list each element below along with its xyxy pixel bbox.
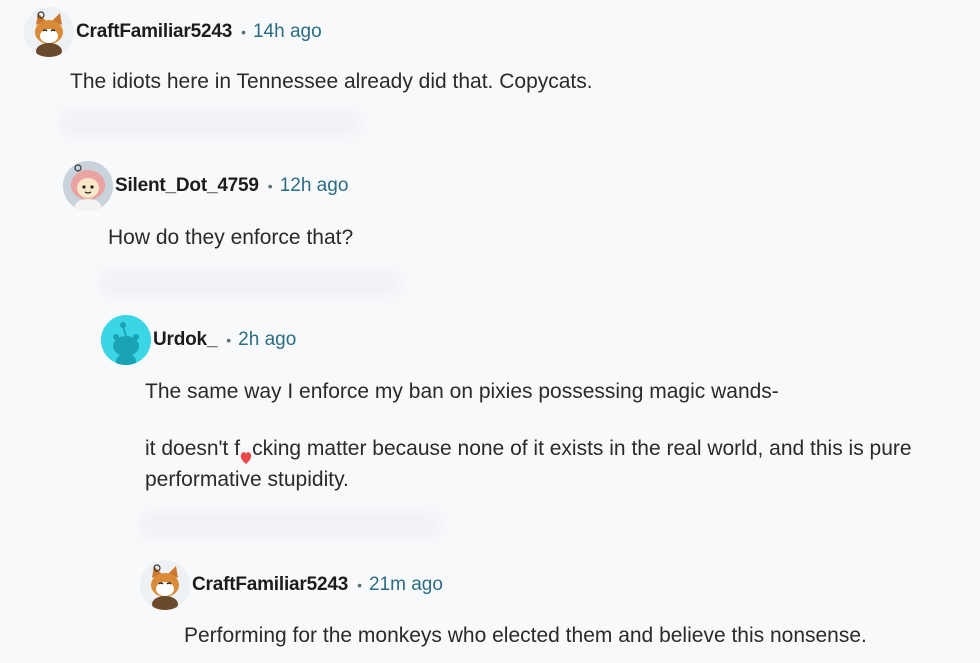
snoo-hooded-avatar-icon: [63, 161, 113, 211]
separator-dot: •: [267, 178, 273, 194]
comment-header: CraftFamiliar5243 • 21m ago: [140, 559, 867, 611]
username[interactable]: Urdok_: [153, 329, 217, 351]
background-smudge: [100, 270, 400, 296]
snoo-fox-avatar-icon: [24, 7, 74, 57]
timestamp[interactable]: 12h ago: [280, 175, 349, 197]
comment-header: CraftFamiliar5243 • 14h ago: [24, 6, 593, 58]
comment-text-line2: it doesn't f cking matter because none of…: [145, 433, 912, 465]
snoo-default-avatar-icon: [101, 315, 151, 365]
timestamp[interactable]: 21m ago: [369, 574, 443, 596]
timestamp[interactable]: 14h ago: [253, 21, 322, 43]
username[interactable]: Silent_Dot_4759: [115, 175, 259, 197]
comment-header: Urdok_ • 2h ago: [101, 314, 912, 366]
comment-header: Silent_Dot_4759 • 12h ago: [63, 160, 353, 212]
comment-thread: CraftFamiliar5243 • 14h ago The idiots h…: [0, 0, 980, 663]
comment-text-line3: performative stupidity.: [145, 468, 349, 491]
comment: Urdok_ • 2h ago The same way I enforce m…: [101, 314, 912, 495]
avatar[interactable]: [140, 560, 190, 610]
background-smudge: [140, 512, 440, 538]
comment-body: The same way I enforce my ban on pixies …: [145, 376, 912, 495]
comment: CraftFamiliar5243 • 21m ago Performing f…: [140, 559, 867, 651]
comment-text: How do they enforce that?: [108, 226, 354, 249]
timestamp[interactable]: 2h ago: [238, 329, 296, 351]
avatar[interactable]: [24, 7, 74, 57]
comment-text-line1: The same way I enforce my ban on pixies …: [145, 380, 779, 403]
separator-dot: •: [226, 332, 232, 348]
username[interactable]: CraftFamiliar5243: [76, 21, 232, 43]
avatar[interactable]: [101, 315, 151, 365]
comment-body: How do they enforce that?: [108, 222, 353, 253]
snoo-fox-avatar-icon: [140, 560, 190, 610]
comment-text: The idiots here in Tennessee already did…: [70, 70, 593, 93]
username[interactable]: CraftFamiliar5243: [192, 574, 348, 596]
comment-text-part: it doesn't f: [145, 437, 241, 460]
separator-dot: •: [357, 577, 362, 593]
comment-body: Performing for the monkeys who elected t…: [184, 620, 867, 651]
avatar[interactable]: [63, 161, 113, 211]
comment-body: The idiots here in Tennessee already did…: [70, 66, 593, 97]
comment: CraftFamiliar5243 • 14h ago The idiots h…: [24, 6, 593, 97]
comment: Silent_Dot_4759 • 12h ago How do they en…: [63, 160, 353, 253]
comment-text-part: cking matter because none of it exists i…: [252, 437, 912, 460]
comment-text: Performing for the monkeys who elected t…: [184, 624, 867, 647]
background-smudge: [60, 110, 360, 136]
separator-dot: •: [241, 24, 246, 40]
censor-heart-icon: [240, 443, 252, 465]
